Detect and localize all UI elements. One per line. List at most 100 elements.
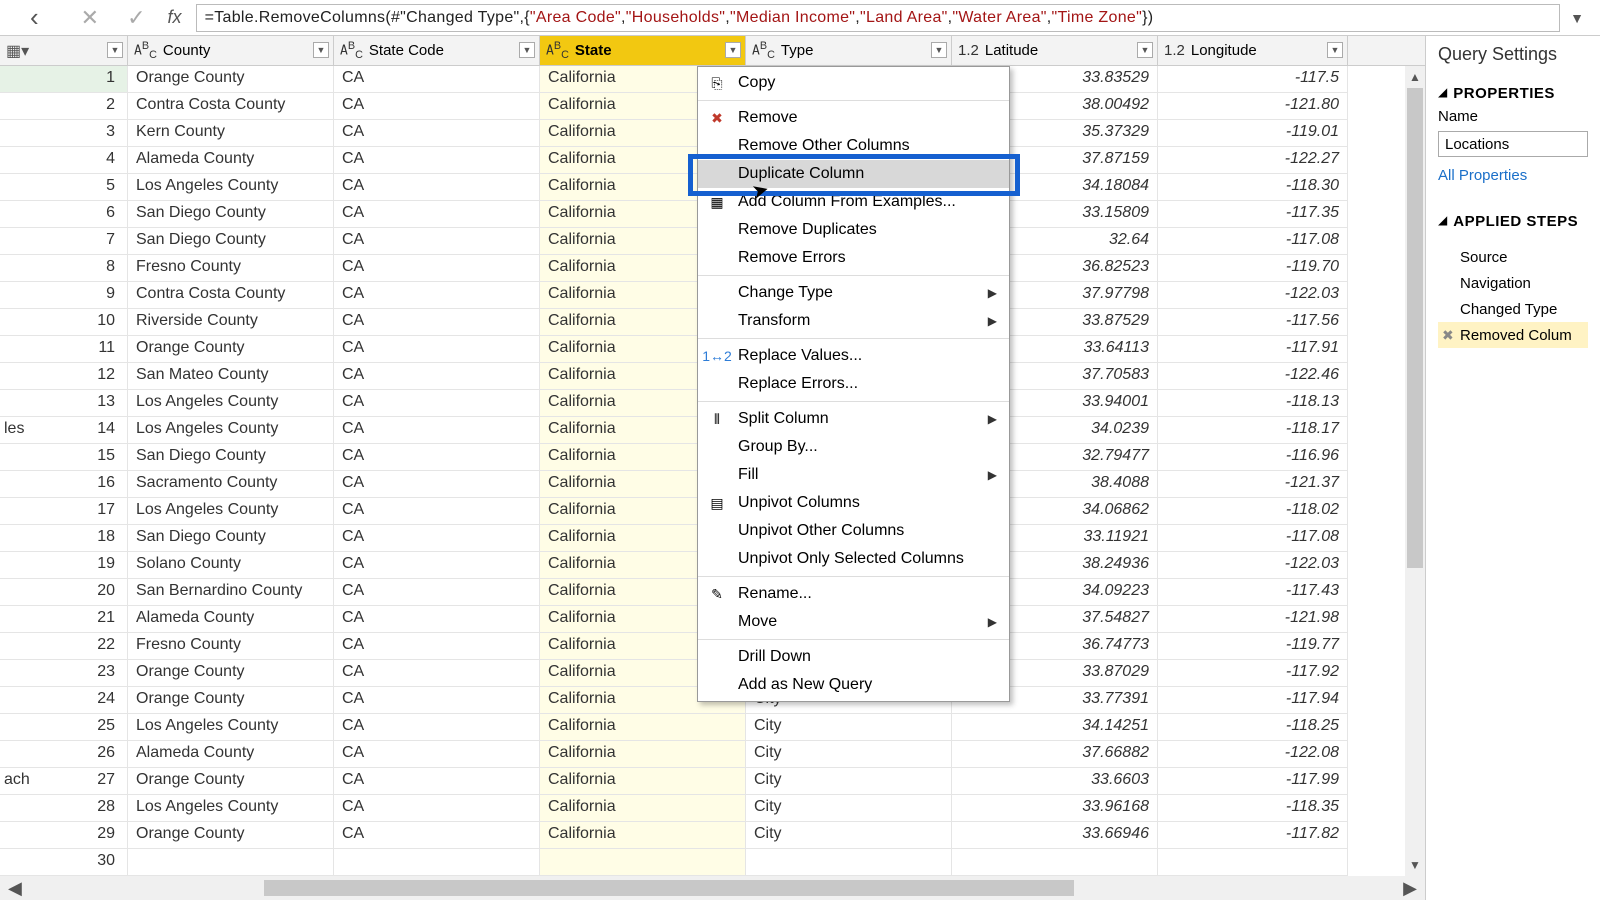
back-chevron-icon[interactable]: ‹ <box>6 2 67 33</box>
cell-state-code[interactable]: CA <box>334 282 540 309</box>
cell-state-code[interactable]: CA <box>334 444 540 471</box>
menu-rename[interactable]: ✎Rename... <box>698 580 1009 608</box>
scroll-right-icon[interactable]: ▶ <box>1403 878 1417 899</box>
cell-state-code[interactable]: CA <box>334 120 540 147</box>
table-row[interactable]: 30 <box>0 849 1425 876</box>
all-properties-link[interactable]: All Properties <box>1438 167 1527 184</box>
table-row[interactable]: 25Los Angeles CountyCACaliforniaCity34.1… <box>0 714 1425 741</box>
cell-longitude[interactable]: -121.37 <box>1158 471 1348 498</box>
cell-longitude[interactable]: -118.17 <box>1158 417 1348 444</box>
cell-longitude[interactable]: -117.82 <box>1158 822 1348 849</box>
cell-state[interactable]: California <box>540 795 746 822</box>
cell-state-code[interactable]: CA <box>334 741 540 768</box>
cell-state[interactable] <box>540 849 746 876</box>
cell-state-code[interactable]: CA <box>334 660 540 687</box>
cell-county[interactable]: Orange County <box>128 66 334 93</box>
cell-type[interactable]: City <box>746 741 952 768</box>
cell-state-code[interactable]: CA <box>334 201 540 228</box>
cell-longitude[interactable]: -117.5 <box>1158 66 1348 93</box>
cell-county[interactable]: Contra Costa County <box>128 93 334 120</box>
row-header[interactable]: ▦▾▼ <box>0 36 128 65</box>
collapse-icon[interactable]: ◢ <box>1438 85 1447 99</box>
delete-step-icon[interactable]: ✖ <box>1442 327 1454 344</box>
menu-change-type[interactable]: Change Type▶ <box>698 279 1009 307</box>
cell-latitude[interactable]: 33.66946 <box>952 822 1158 849</box>
scroll-thumb[interactable] <box>264 880 1074 896</box>
cell-state-code[interactable]: CA <box>334 822 540 849</box>
cell-longitude[interactable]: -118.13 <box>1158 390 1348 417</box>
cell-longitude[interactable]: -117.43 <box>1158 579 1348 606</box>
horizontal-scrollbar[interactable]: ◀▶ <box>0 876 1425 900</box>
cell-county[interactable]: Los Angeles County <box>128 498 334 525</box>
cell-state-code[interactable]: CA <box>334 255 540 282</box>
menu-copy[interactable]: ⎘Copy <box>698 69 1009 97</box>
cell-longitude[interactable]: -117.91 <box>1158 336 1348 363</box>
scroll-thumb[interactable] <box>1407 88 1423 568</box>
menu-replace-errors[interactable]: Replace Errors... <box>698 370 1009 398</box>
cell-county[interactable]: Alameda County <box>128 147 334 174</box>
cell-longitude[interactable]: -117.92 <box>1158 660 1348 687</box>
filter-dropdown-icon[interactable]: ▼ <box>1137 42 1153 58</box>
table-row[interactable]: 26Alameda CountyCACaliforniaCity37.66882… <box>0 741 1425 768</box>
applied-step[interactable]: Navigation <box>1438 270 1588 296</box>
cell-state-code[interactable]: CA <box>334 687 540 714</box>
filter-dropdown-icon[interactable]: ▼ <box>519 42 535 58</box>
cell-latitude[interactable]: 33.6603 <box>952 768 1158 795</box>
cell-state-code[interactable]: CA <box>334 147 540 174</box>
cell-longitude[interactable]: -122.46 <box>1158 363 1348 390</box>
menu-split-column[interactable]: ⦀Split Column▶ <box>698 405 1009 433</box>
cell-state[interactable]: California <box>540 741 746 768</box>
cell-county[interactable]: Alameda County <box>128 606 334 633</box>
cell-state-code[interactable]: CA <box>334 525 540 552</box>
table-row[interactable]: ach27Orange CountyCACaliforniaCity33.660… <box>0 768 1425 795</box>
menu-fill[interactable]: Fill▶ <box>698 461 1009 489</box>
cell-county[interactable]: Contra Costa County <box>128 282 334 309</box>
menu-transform[interactable]: Transform▶ <box>698 307 1009 335</box>
cell-latitude[interactable]: 33.96168 <box>952 795 1158 822</box>
menu-unpivot-other[interactable]: Unpivot Other Columns <box>698 517 1009 545</box>
cell-state-code[interactable]: CA <box>334 228 540 255</box>
cell-longitude[interactable]: -118.35 <box>1158 795 1348 822</box>
cell-state-code[interactable]: CA <box>334 417 540 444</box>
cell-longitude[interactable]: -117.99 <box>1158 768 1348 795</box>
cell-longitude[interactable] <box>1158 849 1348 876</box>
cell-type[interactable]: City <box>746 768 952 795</box>
cell-state-code[interactable]: CA <box>334 606 540 633</box>
cell-state-code[interactable]: CA <box>334 363 540 390</box>
query-name-input[interactable] <box>1438 131 1588 157</box>
cell-state-code[interactable]: CA <box>334 174 540 201</box>
table-row[interactable]: 28Los Angeles CountyCACaliforniaCity33.9… <box>0 795 1425 822</box>
column-state-code[interactable]: ABCState Code▼ <box>334 36 540 65</box>
menu-remove-duplicates[interactable]: Remove Duplicates <box>698 216 1009 244</box>
cell-county[interactable]: Orange County <box>128 336 334 363</box>
cell-county[interactable]: San Diego County <box>128 444 334 471</box>
cell-longitude[interactable]: -121.80 <box>1158 93 1348 120</box>
cell-state-code[interactable]: CA <box>334 93 540 120</box>
cell-county[interactable] <box>128 849 334 876</box>
column-longitude[interactable]: 1.2Longitude▼ <box>1158 36 1348 65</box>
cell-longitude[interactable]: -122.27 <box>1158 147 1348 174</box>
cell-county[interactable]: Los Angeles County <box>128 174 334 201</box>
cell-county[interactable]: Los Angeles County <box>128 417 334 444</box>
menu-add-column-examples[interactable]: ▦Add Column From Examples... <box>698 188 1009 216</box>
cell-latitude[interactable] <box>952 849 1158 876</box>
scroll-up-icon[interactable]: ▲ <box>1405 66 1425 88</box>
cell-longitude[interactable]: -118.30 <box>1158 174 1348 201</box>
scroll-down-icon[interactable]: ▼ <box>1405 854 1425 876</box>
menu-duplicate-column[interactable]: Duplicate Column <box>698 160 1009 188</box>
cell-state-code[interactable]: CA <box>334 471 540 498</box>
cell-county[interactable]: Los Angeles County <box>128 795 334 822</box>
menu-replace-values[interactable]: 1↔2Replace Values... <box>698 342 1009 370</box>
cell-state-code[interactable]: CA <box>334 768 540 795</box>
cell-longitude[interactable]: -122.08 <box>1158 741 1348 768</box>
cell-longitude[interactable]: -116.96 <box>1158 444 1348 471</box>
filter-dropdown-icon[interactable]: ▼ <box>1327 42 1343 58</box>
cell-longitude[interactable]: -117.08 <box>1158 228 1348 255</box>
cell-county[interactable]: Orange County <box>128 822 334 849</box>
cell-county[interactable]: Kern County <box>128 120 334 147</box>
cell-county[interactable]: Orange County <box>128 660 334 687</box>
filter-dropdown-icon[interactable]: ▼ <box>313 42 329 58</box>
cell-type[interactable]: City <box>746 714 952 741</box>
cell-county[interactable]: Los Angeles County <box>128 390 334 417</box>
cell-state-code[interactable]: CA <box>334 498 540 525</box>
